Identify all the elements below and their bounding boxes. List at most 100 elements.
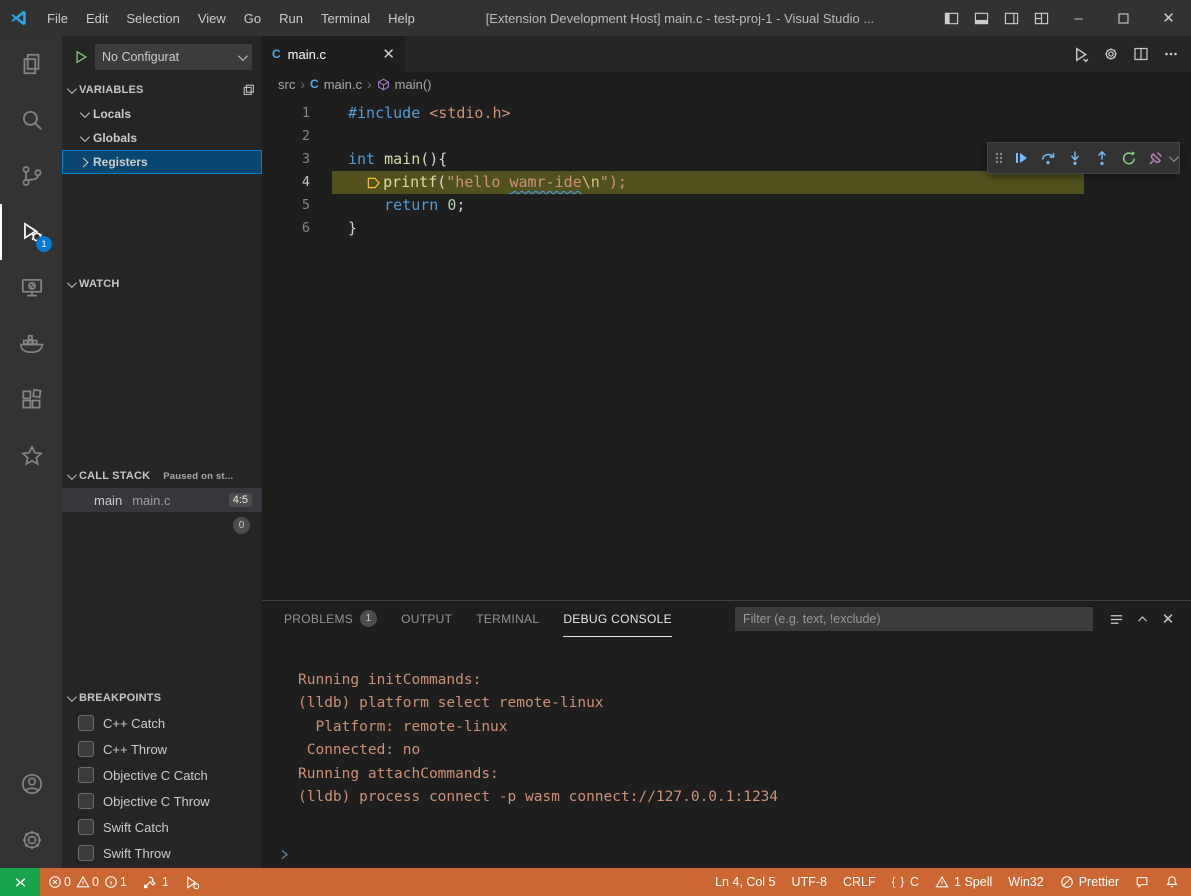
star-icon[interactable] bbox=[0, 428, 62, 484]
breakpoint-objc-throw[interactable]: Objective C Throw bbox=[62, 788, 262, 814]
customize-layout-icon[interactable] bbox=[1026, 0, 1056, 36]
debug-console-output[interactable]: Running initCommands: (lldb) platform se… bbox=[262, 637, 1191, 840]
minimize-button[interactable]: – bbox=[1056, 0, 1101, 36]
debug-console-input[interactable] bbox=[262, 840, 1191, 868]
restart-icon[interactable] bbox=[1115, 144, 1142, 172]
checkbox[interactable] bbox=[78, 741, 94, 757]
menu-run[interactable]: Run bbox=[270, 0, 312, 36]
eol-sequence[interactable]: CRLF bbox=[835, 868, 884, 896]
settings-gear-icon[interactable] bbox=[0, 812, 62, 868]
menu-file[interactable]: File bbox=[38, 0, 77, 36]
feedback-icon[interactable] bbox=[1127, 868, 1157, 896]
spell-checker-status[interactable]: 1 Spell bbox=[927, 868, 1000, 896]
extensions-icon[interactable] bbox=[0, 372, 62, 428]
menu-view[interactable]: View bbox=[189, 0, 235, 36]
breadcrumb[interactable]: src › C main.c › main() bbox=[262, 72, 1191, 96]
breadcrumb-symbol[interactable]: main() bbox=[395, 77, 432, 92]
breakpoint-cpp-throw[interactable]: C++ Throw bbox=[62, 736, 262, 762]
checkbox[interactable] bbox=[78, 767, 94, 783]
tab-terminal[interactable]: TERMINAL bbox=[476, 601, 539, 637]
breakpoint-swift-catch[interactable]: Swift Catch bbox=[62, 814, 262, 840]
disconnect-icon[interactable] bbox=[1142, 144, 1169, 172]
start-debug-icon[interactable] bbox=[74, 50, 88, 64]
toggle-sidebar-icon[interactable] bbox=[936, 0, 966, 36]
run-file-icon[interactable] bbox=[1067, 40, 1095, 68]
notifications-bell-icon[interactable] bbox=[1157, 868, 1191, 896]
maximize-button[interactable] bbox=[1101, 0, 1146, 36]
line-number[interactable]: 5 bbox=[262, 194, 332, 217]
split-editor-icon[interactable] bbox=[1127, 40, 1155, 68]
step-over-icon[interactable] bbox=[1034, 144, 1061, 172]
explorer-icon[interactable] bbox=[0, 36, 62, 92]
remote-indicator[interactable] bbox=[0, 868, 40, 896]
menu-help[interactable]: Help bbox=[379, 0, 424, 36]
tab-output[interactable]: OUTPUT bbox=[401, 601, 452, 637]
encoding[interactable]: UTF-8 bbox=[784, 868, 835, 896]
formatter-status[interactable]: Prettier bbox=[1052, 868, 1127, 896]
breadcrumb-file[interactable]: main.c bbox=[324, 77, 362, 92]
continue-icon[interactable] bbox=[1007, 144, 1034, 172]
language-mode[interactable]: { } C bbox=[884, 868, 927, 896]
step-out-icon[interactable] bbox=[1088, 144, 1115, 172]
chevron-down-icon[interactable] bbox=[1169, 152, 1179, 162]
menu-selection[interactable]: Selection bbox=[117, 0, 188, 36]
problems-status[interactable]: 0 0 1 bbox=[40, 868, 135, 896]
tab-debug-console[interactable]: DEBUG CONSOLE bbox=[563, 601, 672, 637]
close-tab-icon[interactable]: ✕ bbox=[382, 45, 395, 63]
code-editor[interactable]: 1 #include <stdio.h> 2 3 int main(){ bbox=[262, 96, 1191, 600]
line-number[interactable]: 6 bbox=[262, 217, 332, 240]
line-number[interactable]: 4 bbox=[262, 171, 332, 194]
breakpoint-swift-throw[interactable]: Swift Throw bbox=[62, 840, 262, 866]
line-number[interactable]: 1 bbox=[262, 102, 332, 125]
close-window-button[interactable]: ✕ bbox=[1146, 0, 1191, 36]
stack-frame-row[interactable]: main main.c 4:5 bbox=[62, 488, 262, 512]
debug-session-status[interactable] bbox=[177, 868, 208, 896]
frame-name: main bbox=[94, 493, 122, 508]
menu-go[interactable]: Go bbox=[235, 0, 270, 36]
variables-header[interactable]: VARIABLES bbox=[62, 78, 262, 102]
toolbar-grip-icon[interactable] bbox=[991, 144, 1007, 172]
tab-problems[interactable]: PROBLEMS 1 bbox=[284, 601, 377, 637]
console-options-icon[interactable] bbox=[1103, 606, 1129, 632]
editor-settings-gear-icon[interactable] bbox=[1097, 40, 1125, 68]
checkbox[interactable] bbox=[78, 715, 94, 731]
variables-scope-registers[interactable]: Registers bbox=[62, 150, 262, 174]
debug-config-dropdown[interactable]: No Configurat bbox=[95, 44, 252, 70]
menu-terminal[interactable]: Terminal bbox=[312, 0, 379, 36]
breakpoints-header[interactable]: BREAKPOINTS bbox=[62, 686, 262, 710]
docker-icon[interactable] bbox=[0, 316, 62, 372]
maximize-panel-icon[interactable] bbox=[1129, 606, 1155, 632]
checkbox[interactable] bbox=[78, 845, 94, 861]
line-number[interactable]: 3 bbox=[262, 148, 332, 171]
line-number[interactable]: 2 bbox=[262, 125, 332, 148]
checkbox[interactable] bbox=[78, 819, 94, 835]
menu-edit[interactable]: Edit bbox=[77, 0, 117, 36]
close-panel-icon[interactable]: ✕ bbox=[1155, 606, 1181, 632]
platform-target[interactable]: Win32 bbox=[1000, 868, 1051, 896]
toggle-panel-icon[interactable] bbox=[966, 0, 996, 36]
remote-explorer-icon[interactable] bbox=[0, 260, 62, 316]
more-actions-icon[interactable] bbox=[1157, 40, 1185, 68]
step-into-icon[interactable] bbox=[1061, 144, 1088, 172]
toggle-secondary-sidebar-icon[interactable] bbox=[996, 0, 1026, 36]
copy-variables-icon[interactable] bbox=[242, 83, 256, 97]
console-filter-input[interactable] bbox=[743, 612, 1085, 626]
checkbox[interactable] bbox=[78, 793, 94, 809]
run-debug-icon[interactable]: 1 bbox=[0, 204, 62, 260]
breakpoint-objc-catch[interactable]: Objective C Catch bbox=[62, 762, 262, 788]
console-filter[interactable] bbox=[735, 607, 1093, 631]
search-icon[interactable] bbox=[0, 92, 62, 148]
tab-main-c[interactable]: C main.c ✕ bbox=[262, 36, 405, 72]
variables-scope-globals[interactable]: Globals bbox=[62, 126, 262, 150]
watch-header[interactable]: WATCH bbox=[62, 272, 262, 296]
source-control-icon[interactable] bbox=[0, 148, 62, 204]
callstack-header[interactable]: CALL STACK Paused on st... bbox=[62, 464, 262, 488]
circle-slash-icon bbox=[1060, 875, 1074, 889]
breadcrumb-folder[interactable]: src bbox=[278, 77, 295, 92]
cursor-position[interactable]: Ln 4, Col 5 bbox=[707, 868, 783, 896]
code-line-6: 6 } bbox=[262, 217, 1191, 240]
variables-scope-locals[interactable]: Locals bbox=[62, 102, 262, 126]
toolchain-status[interactable]: 1 bbox=[135, 868, 177, 896]
accounts-icon[interactable] bbox=[0, 756, 62, 812]
breakpoint-cpp-catch[interactable]: C++ Catch bbox=[62, 710, 262, 736]
